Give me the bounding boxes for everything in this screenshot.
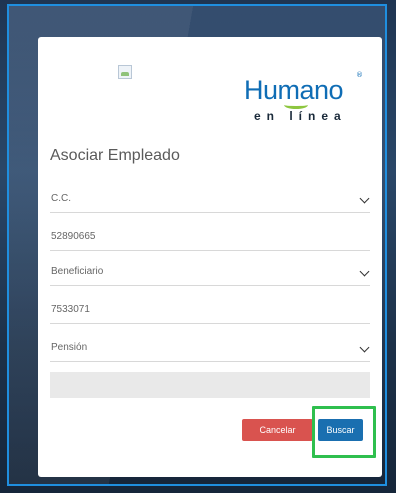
cancel-button[interactable]: Cancelar <box>242 419 313 441</box>
humano-en-linea-logo: Humano ® en línea <box>244 71 363 125</box>
category-value: Pensión <box>51 342 88 353</box>
broken-image-icon <box>118 65 132 79</box>
logo-registered-mark: ® <box>356 71 363 79</box>
dialog-title: Asociar Empleado <box>50 147 180 164</box>
disabled-input <box>50 372 370 398</box>
chevron-down-icon <box>359 266 370 277</box>
search-button-highlight <box>312 406 376 458</box>
category-select[interactable]: Pensión <box>50 334 370 362</box>
code-value: 7533071 <box>51 304 90 315</box>
relation-select[interactable]: Beneficiario <box>50 258 370 286</box>
document-number-input[interactable]: 52890665 <box>50 223 370 251</box>
logo-sub-text: en línea <box>254 109 347 123</box>
relation-value: Beneficiario <box>51 266 104 277</box>
chevron-down-icon <box>359 342 370 353</box>
logo-swoosh-icon <box>284 101 308 109</box>
document-number-value: 52890665 <box>51 231 96 242</box>
document-type-select[interactable]: C.C. <box>50 185 370 213</box>
code-input[interactable]: 7533071 <box>50 296 370 324</box>
document-type-value: C.C. <box>51 193 71 204</box>
chevron-down-icon <box>359 193 370 204</box>
